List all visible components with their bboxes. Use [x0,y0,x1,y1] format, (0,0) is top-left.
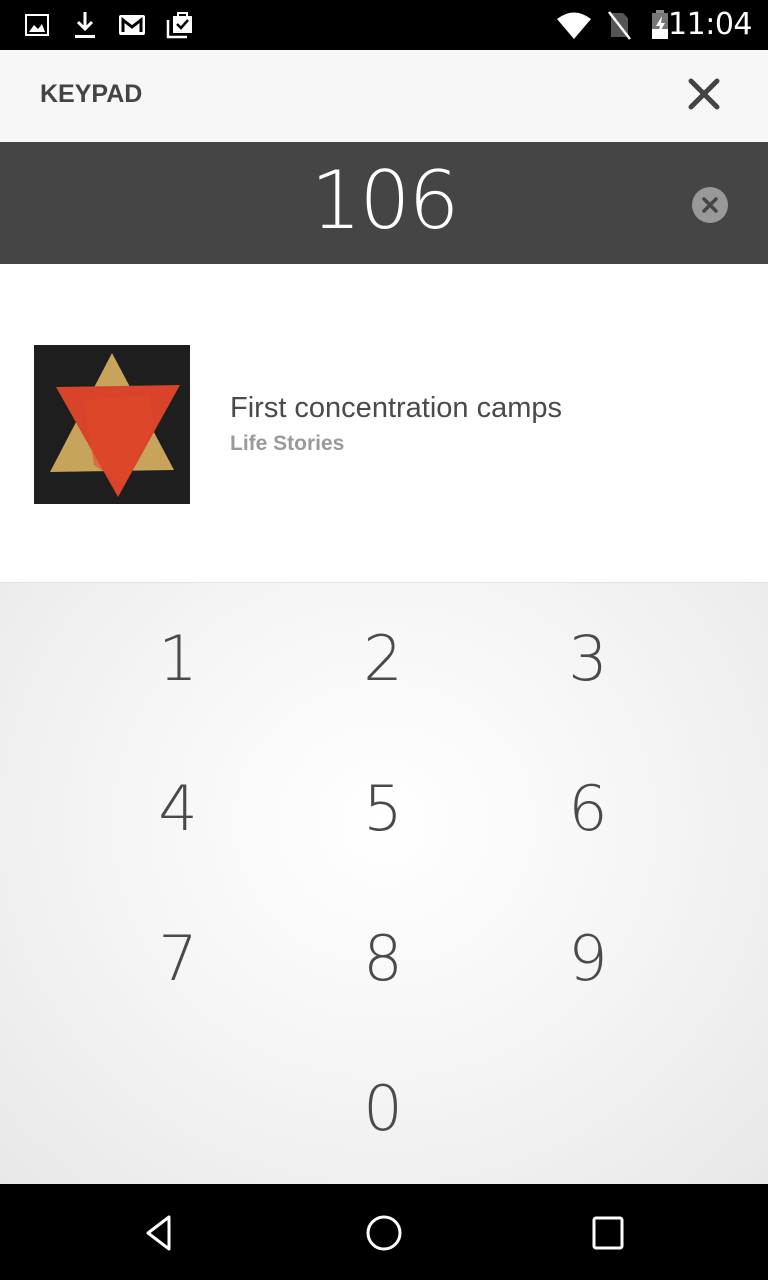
clock: 11:04 [668,7,752,42]
list-item[interactable]: First concentration camps Life Stories [0,334,768,504]
key-7[interactable]: 7 [103,898,253,1018]
home-button[interactable] [359,1208,409,1258]
key-9[interactable]: 9 [513,898,663,1018]
back-icon [146,1215,171,1251]
wifi-icon [556,10,592,40]
navigation-bar [0,1184,768,1280]
result-subtitle: Life Stories [230,432,345,455]
key-4[interactable]: 4 [103,748,253,868]
clear-circle-icon [702,197,718,213]
key-0[interactable]: 0 [308,1048,458,1168]
image-icon [22,10,52,40]
result-title: First concentration camps [230,392,563,424]
entry-display: 106 [0,142,768,264]
page-title: KEYPAD [40,80,143,108]
results-list: First concentration camps Life Stories [0,264,768,582]
key-6[interactable]: 6 [513,748,663,868]
download-icon [70,10,100,40]
no-sim-icon [604,10,634,40]
close-button[interactable] [682,72,726,116]
star-badge-image [34,345,190,504]
key-3[interactable]: 3 [513,598,663,718]
key-2[interactable]: 2 [308,598,458,718]
clear-button[interactable] [692,187,728,223]
entry-value: 106 [310,154,460,247]
recents-icon [592,1216,624,1250]
home-icon [366,1215,402,1251]
clipboard-check-icon [165,10,195,40]
key-8[interactable]: 8 [308,898,458,1018]
key-1[interactable]: 1 [103,598,253,718]
keypad: 1 2 3 4 5 6 7 8 9 0 [0,582,768,1184]
back-button[interactable] [135,1208,185,1258]
status-bar: 11:04 [0,0,768,50]
gmail-icon [117,10,147,40]
key-5[interactable]: 5 [308,748,458,868]
header: KEYPAD [0,50,768,142]
recents-button[interactable] [583,1208,633,1258]
close-icon [688,78,720,110]
